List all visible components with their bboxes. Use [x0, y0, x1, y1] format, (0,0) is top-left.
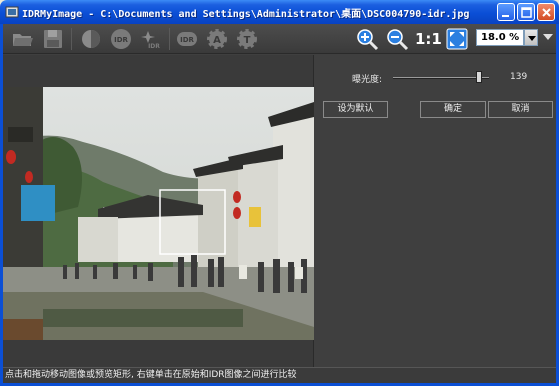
- exposure-slider[interactable]: [393, 77, 489, 79]
- exposure-slider-thumb[interactable]: [476, 71, 483, 83]
- svg-text:A: A: [213, 35, 221, 46]
- ok-button[interactable]: 确定: [420, 101, 486, 118]
- zoom-out-icon[interactable]: [385, 27, 409, 51]
- svg-text:IDR: IDR: [114, 36, 128, 44]
- client-area: IDR IDR IDR A T 1:1 18.0 % 曝光度: 139 设为默认…: [3, 24, 556, 383]
- maximize-button[interactable]: [517, 3, 535, 21]
- save-disk-icon[interactable]: [41, 27, 65, 51]
- idr-alt-icon[interactable]: IDR: [175, 27, 199, 51]
- toolbar-separator: [169, 28, 170, 50]
- fit-to-window-icon[interactable]: [445, 27, 469, 51]
- exposure-value: 139: [510, 72, 528, 82]
- actual-size-button[interactable]: 1:1: [415, 30, 442, 48]
- toolbar-separator: [71, 28, 72, 50]
- app-icon: [5, 6, 19, 18]
- contrast-icon[interactable]: [79, 27, 103, 51]
- adjustment-panel: 曝光度: 139 设为默认 确定 取消: [315, 55, 556, 367]
- gear-t-icon[interactable]: T: [235, 27, 259, 51]
- exposure-label: 曝光度:: [352, 75, 383, 85]
- preview-image[interactable]: [3, 87, 314, 340]
- zoom-in-icon[interactable]: [355, 27, 379, 51]
- minimize-button[interactable]: [497, 3, 515, 21]
- toolbar: IDR IDR IDR A T 1:1 18.0 %: [3, 24, 556, 54]
- svg-text:T: T: [244, 35, 251, 46]
- close-button[interactable]: [537, 3, 555, 21]
- window-title: IDRMyImage - C:\Documents and Settings\A…: [22, 9, 470, 20]
- idr-icon[interactable]: IDR: [109, 27, 133, 51]
- open-folder-icon[interactable]: [11, 27, 35, 51]
- title-bar[interactable]: IDRMyImage - C:\Documents and Settings\A…: [0, 0, 559, 24]
- svg-text:IDR: IDR: [148, 43, 160, 50]
- image-viewport[interactable]: [3, 55, 314, 367]
- idr-sparkle-icon[interactable]: IDR: [139, 27, 163, 51]
- zoom-dropdown-button[interactable]: [524, 29, 538, 46]
- menu-arrow-icon[interactable]: [543, 34, 553, 40]
- gear-a-icon[interactable]: A: [205, 27, 229, 51]
- status-bar: 点击和拖动移动图像或预览矩形, 右键单击在原始和IDR图像之间进行比较: [3, 367, 556, 383]
- cancel-button[interactable]: 取消: [488, 101, 553, 118]
- set-default-button[interactable]: 设为默认: [323, 101, 388, 118]
- zoom-level-field[interactable]: 18.0 %: [476, 29, 524, 46]
- svg-text:IDR: IDR: [180, 36, 194, 44]
